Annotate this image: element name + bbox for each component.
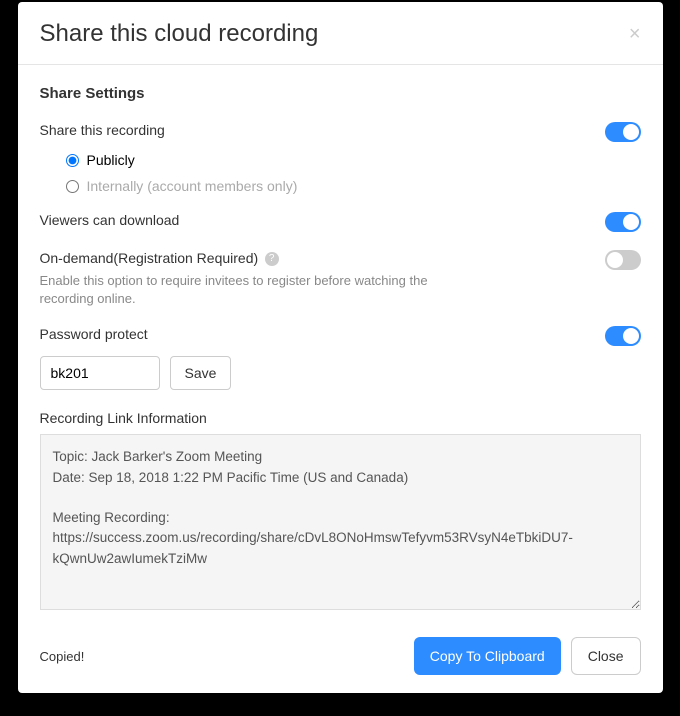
modal-footer: Copied! Copy To Clipboard Close	[18, 627, 663, 693]
download-setting: Viewers can download	[40, 212, 641, 232]
password-input[interactable]	[40, 356, 160, 390]
share-recording-modal: Share this cloud recording × Share Setti…	[18, 2, 663, 693]
share-recording-setting: Share this recording Publicly Internally…	[40, 122, 641, 194]
share-recording-label: Share this recording	[40, 122, 165, 138]
ondemand-label: On-demand(Registration Required)	[40, 250, 259, 266]
download-toggle[interactable]	[605, 212, 641, 232]
password-setting: Password protect Save	[40, 326, 641, 390]
share-scope-radio-group: Publicly Internally (account members onl…	[66, 152, 641, 194]
share-recording-toggle[interactable]	[605, 122, 641, 142]
internally-radio-label: Internally (account members only)	[87, 178, 298, 194]
ondemand-desc: Enable this option to require invitees t…	[40, 272, 460, 308]
password-label: Password protect	[40, 326, 148, 342]
help-icon[interactable]: ?	[265, 252, 279, 266]
share-settings-heading: Share Settings	[40, 85, 641, 102]
close-button[interactable]: Close	[571, 637, 641, 675]
ondemand-toggle[interactable]	[605, 250, 641, 270]
link-info-label: Recording Link Information	[40, 410, 641, 426]
internally-radio[interactable]: Internally (account members only)	[66, 178, 641, 194]
publicly-radio-label: Publicly	[87, 152, 135, 168]
publicly-radio[interactable]: Publicly	[66, 152, 641, 168]
modal-body: Share Settings Share this recording Publ…	[18, 65, 663, 627]
copy-to-clipboard-button[interactable]: Copy To Clipboard	[414, 637, 561, 675]
publicly-radio-input[interactable]	[66, 154, 79, 167]
save-button[interactable]: Save	[170, 356, 232, 390]
ondemand-setting: On-demand(Registration Required) ? Enabl…	[40, 250, 641, 308]
download-label: Viewers can download	[40, 212, 180, 228]
copied-status: Copied!	[40, 649, 85, 664]
close-icon[interactable]: ×	[629, 24, 641, 44]
modal-header: Share this cloud recording ×	[18, 2, 663, 65]
password-toggle[interactable]	[605, 326, 641, 346]
modal-title: Share this cloud recording	[40, 20, 319, 48]
link-info-textarea[interactable]	[40, 434, 641, 610]
internally-radio-input[interactable]	[66, 180, 79, 193]
